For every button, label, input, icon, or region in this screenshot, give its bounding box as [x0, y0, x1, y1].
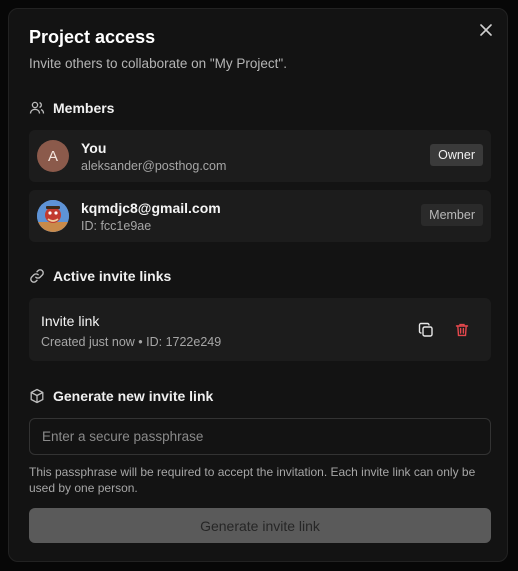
link-icon	[30, 269, 44, 283]
close-button[interactable]	[475, 19, 497, 41]
avatar	[37, 200, 69, 232]
role-badge-owner: Owner	[430, 144, 483, 166]
invite-link-row: Invite link Created just now • ID: 1722e…	[29, 298, 491, 361]
close-icon	[480, 24, 492, 36]
project-access-dialog: Project access Invite others to collabor…	[8, 8, 508, 562]
trash-icon	[455, 323, 469, 337]
member-row: kqmdjc8@gmail.com ID: fcc1e9ae Member	[29, 190, 491, 242]
avatar-image-icon	[37, 200, 69, 232]
dialog-subtitle: Invite others to collaborate on "My Proj…	[29, 56, 287, 71]
passphrase-input[interactable]	[29, 418, 491, 455]
members-heading: Members	[29, 100, 114, 116]
generate-heading-label: Generate new invite link	[53, 388, 214, 404]
invite-link-title: Invite link	[41, 313, 100, 329]
passphrase-help-text: This passphrase will be required to acce…	[29, 465, 476, 495]
box-icon	[30, 388, 44, 404]
member-name: kqmdjc8@gmail.com	[81, 200, 221, 216]
invite-links-heading-label: Active invite links	[53, 268, 172, 284]
delete-link-button[interactable]	[452, 320, 472, 340]
dialog-title: Project access	[29, 27, 156, 47]
member-id: ID: fcc1e9ae	[81, 219, 152, 233]
users-icon	[29, 101, 45, 114]
copy-icon	[418, 322, 433, 337]
invite-links-heading: Active invite links	[29, 268, 171, 284]
avatar-letter: A	[47, 147, 58, 165]
member-name: You	[81, 140, 107, 156]
generate-invite-link-button[interactable]: Generate invite link	[29, 508, 491, 543]
member-email: aleksander@posthog.com	[81, 159, 227, 173]
copy-link-button[interactable]	[416, 320, 436, 340]
invite-link-meta: Created just now • ID: 1722e249	[41, 335, 222, 349]
avatar: A	[37, 140, 69, 172]
role-badge-member: Member	[421, 204, 483, 226]
background-content	[360, 0, 480, 6]
generate-heading: Generate new invite link	[29, 388, 213, 404]
members-heading-label: Members	[53, 100, 115, 116]
member-row: A You aleksander@posthog.com Owner	[29, 130, 491, 182]
